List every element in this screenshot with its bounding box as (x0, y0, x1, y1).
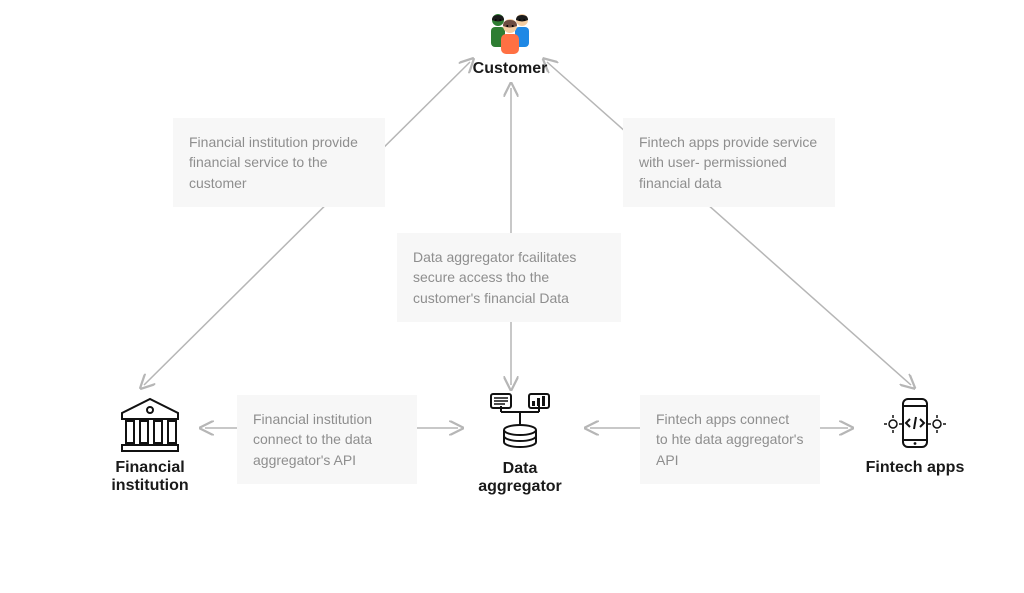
customer-people-icon (482, 8, 538, 54)
diagram-stage: Financial institution provide financial … (0, 0, 1024, 593)
node-data-aggregator: Data aggregator (455, 392, 585, 496)
bank-building-icon (118, 395, 182, 453)
customer-label: Customer (460, 60, 560, 78)
relation-box-financial-to-customer: Financial institution provide financial … (173, 118, 385, 207)
relation-box-fintech-to-customer: Fintech apps provide service with user- … (623, 118, 835, 207)
relation-box-financial-to-aggregator: Financial institution connect to the dat… (237, 395, 417, 484)
data-aggregator-icon (485, 392, 555, 454)
fintech-app-icon (883, 395, 947, 453)
node-financial-institution: Financial institution (90, 395, 210, 495)
node-fintech-apps: Fintech apps (855, 395, 975, 477)
node-customer: Customer (460, 8, 560, 78)
financial-institution-label: Financial institution (90, 459, 210, 495)
relation-box-aggregator-to-customer: Data aggregator fcailitates secure acces… (397, 233, 621, 322)
data-aggregator-label: Data aggregator (455, 460, 585, 496)
fintech-apps-label: Fintech apps (855, 459, 975, 477)
relation-box-fintech-to-aggregator: Fintech apps connect to hte data aggrega… (640, 395, 820, 484)
